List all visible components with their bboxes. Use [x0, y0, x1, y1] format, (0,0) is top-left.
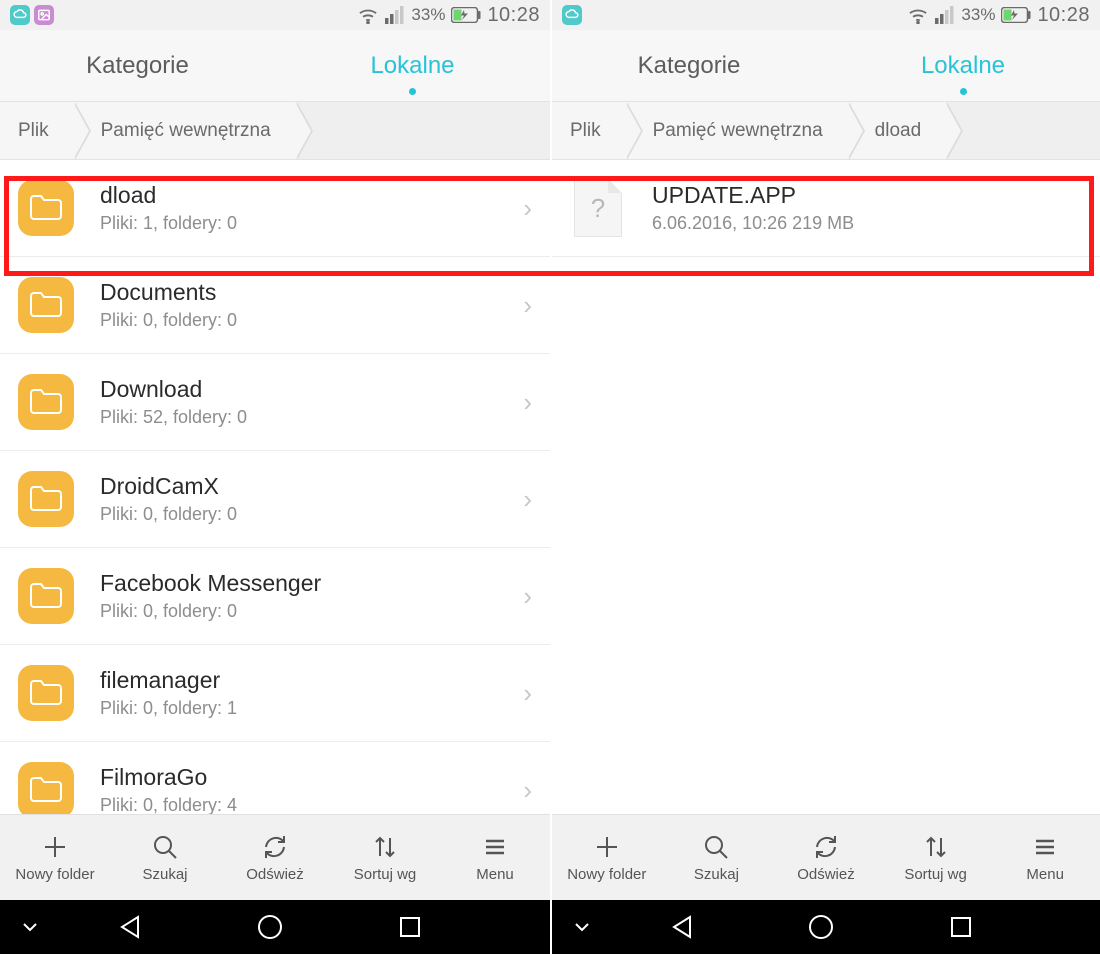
list-item[interactable]: DroidCamX Pliki: 0, foldery: 0 › [0, 451, 550, 548]
battery-percent: 33% [411, 5, 445, 25]
item-subtitle: Pliki: 0, foldery: 0 [100, 504, 513, 525]
menu-button[interactable]: Menu [440, 815, 550, 900]
chevron-right-icon: › [523, 484, 532, 515]
item-title: UPDATE.APP [652, 182, 1082, 209]
item-title: filemanager [100, 667, 513, 694]
tabs: Kategorie Lokalne [0, 30, 550, 102]
folder-icon [18, 568, 74, 624]
new-folder-button[interactable]: Nowy folder [0, 815, 110, 900]
chevron-right-icon: › [523, 581, 532, 612]
item-subtitle: Pliki: 0, foldery: 4 [100, 795, 513, 814]
list-item[interactable]: dload Pliki: 1, foldery: 0 › [0, 160, 550, 257]
unknown-file-icon: ? [574, 179, 622, 237]
nav-back-button[interactable] [60, 900, 200, 954]
notification-icon-cloud [10, 5, 30, 25]
nav-home-button[interactable] [751, 900, 890, 954]
battery-icon [451, 7, 481, 23]
folder-icon [18, 471, 74, 527]
tabs: Kategorie Lokalne [552, 30, 1100, 102]
search-button[interactable]: Szukaj [110, 815, 220, 900]
clock: 10:28 [487, 4, 540, 27]
android-navbar [552, 900, 1100, 954]
battery-percent: 33% [961, 5, 995, 25]
tab-categories[interactable]: Kategorie [0, 30, 275, 101]
bottom-toolbar: Nowy folder Szukaj Odśwież Sortuj wg Men… [0, 814, 550, 900]
refresh-button[interactable]: Odśwież [220, 815, 330, 900]
nav-home-button[interactable] [200, 900, 340, 954]
item-subtitle: Pliki: 0, foldery: 0 [100, 310, 513, 331]
wifi-icon [357, 6, 379, 24]
chevron-right-icon: › [523, 387, 532, 418]
breadcrumb: Plik Pamięć wewnętrzna dload [552, 102, 1100, 160]
item-subtitle: Pliki: 52, foldery: 0 [100, 407, 513, 428]
nav-recent-button[interactable] [340, 900, 480, 954]
item-title: Download [100, 376, 513, 403]
tab-categories[interactable]: Kategorie [552, 30, 826, 101]
notification-icon-image [34, 5, 54, 25]
tab-local[interactable]: Lokalne [275, 30, 550, 101]
nav-recent-button[interactable] [891, 900, 1030, 954]
chevron-right-icon: › [523, 678, 532, 709]
menu-button[interactable]: Menu [990, 815, 1100, 900]
list-item[interactable]: Download Pliki: 52, foldery: 0 › [0, 354, 550, 451]
screen-right: 33% 10:28 Kategorie Lokalne Plik Pamięć … [550, 0, 1100, 954]
list-item[interactable]: FilmoraGo Pliki: 0, foldery: 4 › [0, 742, 550, 814]
item-title: Facebook Messenger [100, 570, 513, 597]
item-title: DroidCamX [100, 473, 513, 500]
chevron-right-icon: › [523, 290, 532, 321]
breadcrumb: Plik Pamięć wewnętrzna [0, 102, 550, 160]
item-title: FilmoraGo [100, 764, 513, 791]
notification-icon-cloud [562, 5, 582, 25]
item-subtitle: Pliki: 0, foldery: 0 [100, 601, 513, 622]
tab-active-indicator [409, 88, 416, 95]
sort-button[interactable]: Sortuj wg [330, 815, 440, 900]
list-item[interactable]: filemanager Pliki: 0, foldery: 1 › [0, 645, 550, 742]
sort-button[interactable]: Sortuj wg [881, 815, 991, 900]
breadcrumb-item[interactable]: Pamięć wewnętrzna [625, 102, 847, 159]
item-subtitle: 6.06.2016, 10:26 219 MB [652, 213, 1082, 234]
file-list: dload Pliki: 1, foldery: 0 › Documents Pli… [0, 160, 550, 814]
android-navbar [0, 900, 550, 954]
status-bar: 33% 10:28 [552, 0, 1100, 30]
status-bar: 33% 10:28 [0, 0, 550, 30]
folder-icon [18, 762, 74, 814]
chevron-right-icon: › [523, 193, 532, 224]
breadcrumb-item[interactable]: Plik [0, 102, 73, 159]
wifi-icon [907, 6, 929, 24]
breadcrumb-item[interactable]: Plik [552, 102, 625, 159]
nav-expand-button[interactable] [552, 900, 612, 954]
battery-icon [1001, 7, 1031, 23]
signal-icon [385, 6, 405, 24]
tab-active-indicator [960, 88, 967, 95]
refresh-button[interactable]: Odśwież [771, 815, 881, 900]
folder-icon [18, 374, 74, 430]
folder-icon [18, 277, 74, 333]
tab-local[interactable]: Lokalne [826, 30, 1100, 101]
file-list: ? UPDATE.APP 6.06.2016, 10:26 219 MB [552, 160, 1100, 814]
breadcrumb-item[interactable]: Pamięć wewnętrzna [73, 102, 295, 159]
chevron-right-icon: › [523, 775, 532, 806]
list-item[interactable]: Documents Pliki: 0, foldery: 0 › [0, 257, 550, 354]
nav-expand-button[interactable] [0, 900, 60, 954]
folder-icon [18, 665, 74, 721]
new-folder-button[interactable]: Nowy folder [552, 815, 662, 900]
signal-icon [935, 6, 955, 24]
item-title: Documents [100, 279, 513, 306]
screen-left: 33% 10:28 Kategorie Lokalne Plik Pamięć … [0, 0, 550, 954]
nav-back-button[interactable] [612, 900, 751, 954]
item-title: dload [100, 182, 513, 209]
folder-icon [18, 180, 74, 236]
search-button[interactable]: Szukaj [662, 815, 772, 900]
list-item[interactable]: Facebook Messenger Pliki: 0, foldery: 0 › [0, 548, 550, 645]
bottom-toolbar: Nowy folder Szukaj Odśwież Sortuj wg Men… [552, 814, 1100, 900]
item-subtitle: Pliki: 1, foldery: 0 [100, 213, 513, 234]
clock: 10:28 [1037, 4, 1090, 27]
item-subtitle: Pliki: 0, foldery: 1 [100, 698, 513, 719]
list-item[interactable]: ? UPDATE.APP 6.06.2016, 10:26 219 MB [552, 160, 1100, 257]
